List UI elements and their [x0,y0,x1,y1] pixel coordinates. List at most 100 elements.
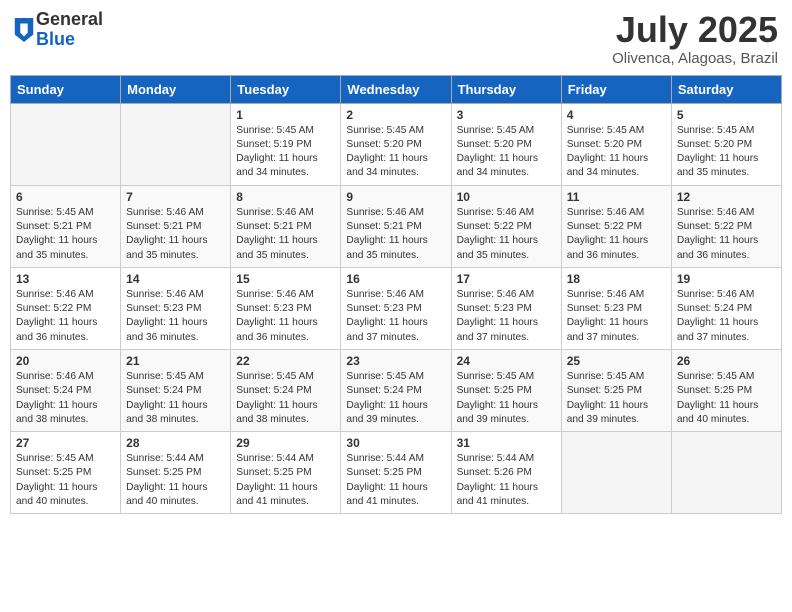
cell-content: Sunrise: 5:46 AMSunset: 5:21 PMDaylight:… [126,206,225,263]
weekday-header: Wednesday [341,75,451,103]
calendar-cell: 7 Sunrise: 5:46 AMSunset: 5:21 PMDaylight… [121,185,231,267]
calendar-cell: 13 Sunrise: 5:46 AMSunset: 5:22 PMDayligh… [11,267,121,349]
calendar-cell [561,432,671,514]
calendar-cell: 6Sunrise: 5:45 AMSunset: 5:21 PMDaylight… [11,185,121,267]
day-number: 4 [567,108,666,122]
day-number: 3 [457,108,556,122]
calendar-cell: 20 Sunrise: 5:46 AMSunset: 5:24 PMDayligh… [11,349,121,431]
calendar-week-row: 20 Sunrise: 5:46 AMSunset: 5:24 PMDayligh… [11,349,782,431]
calendar-header-row: SundayMondayTuesdayWednesdayThursdayFrid… [11,75,782,103]
day-number: 18 [567,272,666,286]
cell-content: Sunrise: 5:45 AMSunset: 5:24 PMDaylight:… [236,370,335,427]
cell-content: Sunrise: 5:45 AMSunset: 5:24 PMDaylight:… [346,370,445,427]
calendar-cell: 21Sunrise: 5:45 AMSunset: 5:24 PMDayligh… [121,349,231,431]
day-number: 13 [16,272,115,286]
calendar-cell: 18 Sunrise: 5:46 AMSunset: 5:23 PMDayligh… [561,267,671,349]
calendar-cell: 8Sunrise: 5:46 AMSunset: 5:21 PMDaylight… [231,185,341,267]
title-block: July 2025 Olivenca, Alagoas, Brazil [612,10,778,67]
calendar-location: Olivenca, Alagoas, Brazil [612,50,778,67]
day-number: 30 [346,436,445,450]
calendar-cell: 27 Sunrise: 5:45 AMSunset: 5:25 PMDayligh… [11,432,121,514]
cell-content: Sunrise: 5:46 AMSunset: 5:23 PMDaylight:… [457,288,556,345]
cell-content: Sunrise: 5:46 AMSunset: 5:23 PMDaylight:… [346,288,445,345]
calendar-cell: 9Sunrise: 5:46 AMSunset: 5:21 PMDaylight… [341,185,451,267]
calendar-cell: 19 Sunrise: 5:46 AMSunset: 5:24 PMDayligh… [671,267,781,349]
calendar-cell: 16 Sunrise: 5:46 AMSunset: 5:23 PMDayligh… [341,267,451,349]
cell-content: Sunrise: 5:46 AMSunset: 5:23 PMDaylight:… [126,288,225,345]
day-number: 5 [677,108,776,122]
day-number: 10 [457,190,556,204]
cell-content: Sunrise: 5:44 AMSunset: 5:25 PMDaylight:… [236,452,335,509]
cell-content: Sunrise: 5:46 AMSunset: 5:22 PMDaylight:… [677,206,776,263]
calendar-cell: 26Sunrise: 5:45 AMSunset: 5:25 PMDayligh… [671,349,781,431]
calendar-cell [121,103,231,185]
cell-content: Sunrise: 5:46 AMSunset: 5:22 PMDaylight:… [457,206,556,263]
cell-content: Sunrise: 5:46 AMSunset: 5:23 PMDaylight:… [236,288,335,345]
day-number: 19 [677,272,776,286]
weekday-header: Sunday [11,75,121,103]
calendar-cell: 12 Sunrise: 5:46 AMSunset: 5:22 PMDayligh… [671,185,781,267]
calendar-cell: 22 Sunrise: 5:45 AMSunset: 5:24 PMDayligh… [231,349,341,431]
calendar-cell: 31 Sunrise: 5:44 AMSunset: 5:26 PMDayligh… [451,432,561,514]
logo-general-text: General [36,10,103,30]
calendar-cell: 17 Sunrise: 5:46 AMSunset: 5:23 PMDayligh… [451,267,561,349]
calendar-cell: 11Sunrise: 5:46 AMSunset: 5:22 PMDayligh… [561,185,671,267]
cell-content: Sunrise: 5:45 AMSunset: 5:25 PMDaylight:… [16,452,115,509]
day-number: 17 [457,272,556,286]
logo-blue-text: Blue [36,30,103,50]
calendar-cell: 4 Sunrise: 5:45 AMSunset: 5:20 PMDaylight… [561,103,671,185]
page-header: General Blue July 2025 Olivenca, Alagoas… [10,10,782,67]
cell-content: Sunrise: 5:45 AMSunset: 5:20 PMDaylight:… [567,124,666,181]
cell-content: Sunrise: 5:44 AMSunset: 5:25 PMDaylight:… [126,452,225,509]
logo: General Blue [14,10,103,50]
calendar-table: SundayMondayTuesdayWednesdayThursdayFrid… [10,75,782,515]
calendar-week-row: 6Sunrise: 5:45 AMSunset: 5:21 PMDaylight… [11,185,782,267]
day-number: 25 [567,354,666,368]
day-number: 12 [677,190,776,204]
weekday-header: Thursday [451,75,561,103]
calendar-cell: 28 Sunrise: 5:44 AMSunset: 5:25 PMDayligh… [121,432,231,514]
cell-content: Sunrise: 5:46 AMSunset: 5:22 PMDaylight:… [16,288,115,345]
day-number: 31 [457,436,556,450]
day-number: 22 [236,354,335,368]
day-number: 2 [346,108,445,122]
calendar-cell: 2 Sunrise: 5:45 AMSunset: 5:20 PMDaylight… [341,103,451,185]
day-number: 16 [346,272,445,286]
cell-content: Sunrise: 5:44 AMSunset: 5:26 PMDaylight:… [457,452,556,509]
calendar-cell: 3Sunrise: 5:45 AMSunset: 5:20 PMDaylight… [451,103,561,185]
day-number: 28 [126,436,225,450]
calendar-title: July 2025 [612,10,778,50]
cell-content: Sunrise: 5:45 AMSunset: 5:25 PMDaylight:… [567,370,666,427]
calendar-cell: 10 Sunrise: 5:46 AMSunset: 5:22 PMDayligh… [451,185,561,267]
cell-content: Sunrise: 5:45 AMSunset: 5:19 PMDaylight:… [236,124,335,181]
cell-content: Sunrise: 5:46 AMSunset: 5:23 PMDaylight:… [567,288,666,345]
day-number: 27 [16,436,115,450]
weekday-header: Friday [561,75,671,103]
weekday-header: Tuesday [231,75,341,103]
day-number: 23 [346,354,445,368]
calendar-cell: 29 Sunrise: 5:44 AMSunset: 5:25 PMDayligh… [231,432,341,514]
calendar-cell: 23 Sunrise: 5:45 AMSunset: 5:24 PMDayligh… [341,349,451,431]
calendar-week-row: 1Sunrise: 5:45 AMSunset: 5:19 PMDaylight… [11,103,782,185]
day-number: 9 [346,190,445,204]
calendar-week-row: 13 Sunrise: 5:46 AMSunset: 5:22 PMDayligh… [11,267,782,349]
day-number: 24 [457,354,556,368]
calendar-cell: 25 Sunrise: 5:45 AMSunset: 5:25 PMDayligh… [561,349,671,431]
day-number: 20 [16,354,115,368]
cell-content: Sunrise: 5:45 AMSunset: 5:20 PMDaylight:… [677,124,776,181]
calendar-cell [11,103,121,185]
day-number: 7 [126,190,225,204]
calendar-cell: 5 Sunrise: 5:45 AMSunset: 5:20 PMDaylight… [671,103,781,185]
day-number: 6 [16,190,115,204]
cell-content: Sunrise: 5:44 AMSunset: 5:25 PMDaylight:… [346,452,445,509]
day-number: 14 [126,272,225,286]
cell-content: Sunrise: 5:45 AMSunset: 5:20 PMDaylight:… [346,124,445,181]
cell-content: Sunrise: 5:46 AMSunset: 5:21 PMDaylight:… [236,206,335,263]
cell-content: Sunrise: 5:46 AMSunset: 5:24 PMDaylight:… [16,370,115,427]
cell-content: Sunrise: 5:46 AMSunset: 5:24 PMDaylight:… [677,288,776,345]
calendar-cell: 15Sunrise: 5:46 AMSunset: 5:23 PMDayligh… [231,267,341,349]
calendar-cell [671,432,781,514]
cell-content: Sunrise: 5:45 AMSunset: 5:25 PMDaylight:… [677,370,776,427]
day-number: 29 [236,436,335,450]
calendar-week-row: 27 Sunrise: 5:45 AMSunset: 5:25 PMDayligh… [11,432,782,514]
